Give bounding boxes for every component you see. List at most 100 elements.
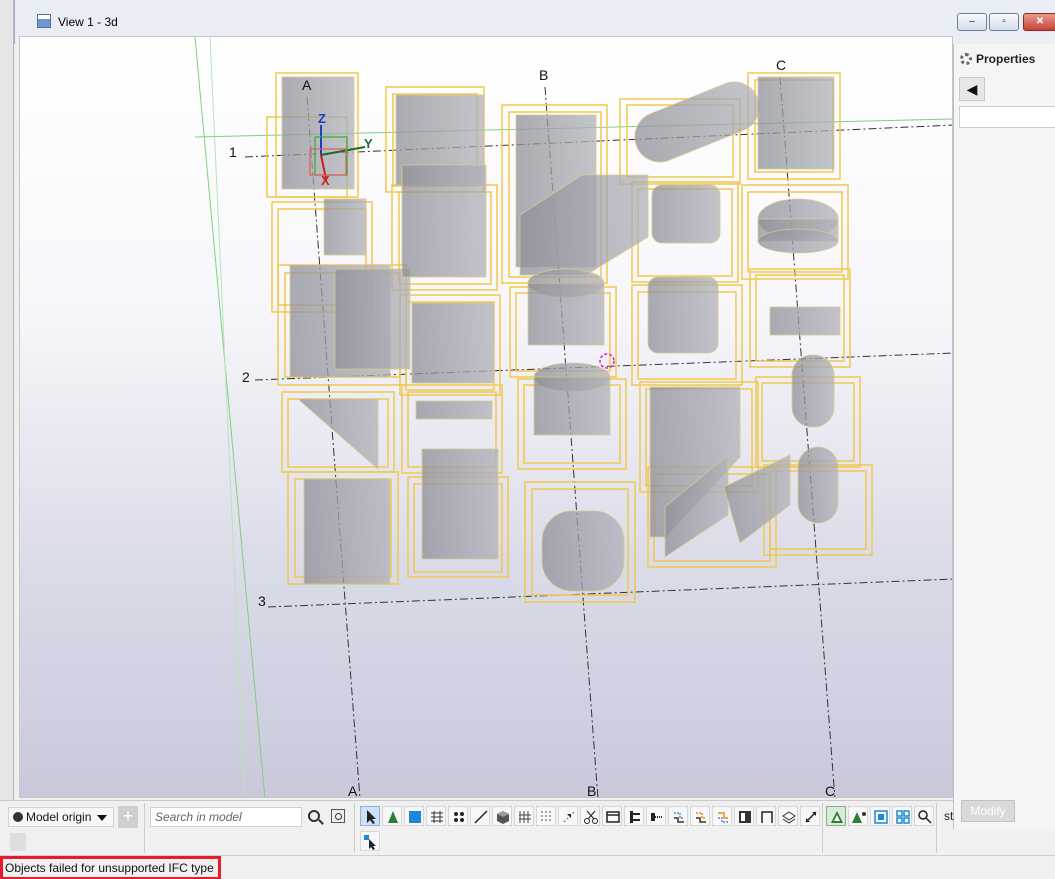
blue-square-icon xyxy=(409,811,421,823)
app-window: View 1 - 3d ‒ ▫ ✕ A B C 1 2 3 A B C Z Y … xyxy=(0,0,1055,879)
select-objects-tool[interactable] xyxy=(492,806,512,826)
layers-icon xyxy=(782,811,796,824)
select-layers-tool[interactable] xyxy=(778,806,798,826)
select-rotate-tool[interactable] xyxy=(800,806,820,826)
select-cuts-tool[interactable] xyxy=(558,806,578,826)
back-arrow-icon[interactable]: ◀ xyxy=(959,77,985,101)
status-bar: Objects failed for unsupported IFC type xyxy=(0,855,1055,879)
grid-label-c-bottom: C xyxy=(825,783,836,798)
axis-label-z: Z xyxy=(318,111,326,126)
select-welds-tool[interactable] xyxy=(536,806,556,826)
window-frame-icon xyxy=(606,811,620,823)
close-button[interactable]: ✕ xyxy=(1023,13,1055,31)
grid-label-b-bottom: B xyxy=(587,783,597,798)
grid-label-a-top: A xyxy=(302,77,312,93)
grid-label-b-top: B xyxy=(539,67,549,83)
chevron-down-icon xyxy=(97,815,107,821)
select-arrow-tool[interactable] xyxy=(360,806,380,826)
left-dock-strip xyxy=(0,0,14,800)
snap-override-more[interactable]: st xyxy=(944,809,953,823)
properties-panel: Properties ◀ Modify xyxy=(953,44,1055,829)
gear-icon xyxy=(960,53,972,65)
snap-reference-tool[interactable] xyxy=(848,806,868,826)
toolbar-divider xyxy=(354,803,355,853)
select-points-tool[interactable] xyxy=(448,806,468,826)
grid-label-c-top: C xyxy=(776,57,787,73)
arch-icon xyxy=(761,811,773,823)
axis-label-y: Y xyxy=(364,136,373,151)
status-message: Objects failed for unsupported IFC type xyxy=(0,856,221,879)
select-bolt-tool[interactable] xyxy=(646,806,666,826)
orange-seam-icon xyxy=(718,812,728,823)
model-origin-label: Model origin xyxy=(26,810,92,824)
mesh-icon xyxy=(519,811,531,823)
select-beam-tool[interactable] xyxy=(624,806,644,826)
blue-grid-icon xyxy=(874,810,888,824)
select-grids-tool[interactable] xyxy=(426,806,446,826)
properties-title: Properties xyxy=(976,52,1036,66)
axis-label-x: X xyxy=(321,173,330,188)
window-icon xyxy=(37,14,51,28)
select-drawing-tool[interactable] xyxy=(734,806,754,826)
toolbar-divider xyxy=(144,803,145,853)
select-lines-tool[interactable] xyxy=(470,806,490,826)
bottom-toolbar: Model origin + Search in model st xyxy=(0,800,953,855)
select-welds-scissors-tool[interactable] xyxy=(580,806,600,826)
grid-label-2: 2 xyxy=(242,369,250,385)
model-objects[interactable] xyxy=(266,72,873,603)
snap-free-tool[interactable] xyxy=(914,806,934,826)
modify-button[interactable]: Modify xyxy=(961,800,1015,822)
orange-connection-icon xyxy=(696,812,706,823)
toolbar-divider xyxy=(822,803,823,853)
snap-green-tool[interactable] xyxy=(826,806,846,826)
grid-label-a-bottom: A xyxy=(348,783,358,798)
grid-label-1: 1 xyxy=(229,144,237,160)
cube-icon xyxy=(497,811,509,824)
triangle-dot-icon xyxy=(852,812,866,823)
line-icon xyxy=(474,810,488,824)
drawing-icon xyxy=(739,811,751,823)
select-detail-tool[interactable] xyxy=(690,806,710,826)
arrow-cursor-icon xyxy=(367,810,376,824)
window-title: View 1 - 3d xyxy=(58,15,118,29)
diagonal-arrows-icon xyxy=(805,811,817,823)
bolt-icon xyxy=(651,813,663,821)
ref-line xyxy=(209,37,246,797)
zoom-selected-icon[interactable] xyxy=(331,809,345,823)
green-triangle-icon xyxy=(831,811,843,823)
toolbar-divider xyxy=(936,803,937,853)
model-canvas[interactable] xyxy=(20,37,953,798)
dashed-arrow-icon xyxy=(563,811,575,823)
select-connection-tool[interactable] xyxy=(668,806,688,826)
select-seam-tool[interactable] xyxy=(712,806,732,826)
pivot-marker xyxy=(599,353,615,369)
add-origin-button[interactable]: + xyxy=(118,806,138,828)
blue-squares-icon xyxy=(896,810,910,824)
model-origin-select[interactable]: Model origin xyxy=(8,807,114,827)
user-icon xyxy=(13,812,23,822)
search-icon[interactable] xyxy=(308,810,320,822)
select-assemblies-tool[interactable] xyxy=(404,806,424,826)
scissors-icon xyxy=(584,810,598,824)
select-views-tool[interactable] xyxy=(602,806,622,826)
grid-label-3: 3 xyxy=(258,593,266,609)
3d-viewport[interactable]: A B C 1 2 3 A B C Z Y X xyxy=(19,36,953,798)
select-all-tool[interactable] xyxy=(360,831,380,851)
properties-field[interactable] xyxy=(959,106,1055,128)
magnifier-pin-icon xyxy=(918,810,932,824)
properties-header: Properties xyxy=(960,52,1035,66)
search-input[interactable] xyxy=(150,807,302,827)
blue-arrow-icon xyxy=(364,835,376,850)
connection-icon xyxy=(674,812,684,823)
select-reinforcement-tool[interactable] xyxy=(514,806,534,826)
triangle-green-icon xyxy=(388,811,398,823)
dots-icon xyxy=(454,812,464,822)
i-beam-icon xyxy=(630,811,640,823)
snap-geometry-tool[interactable] xyxy=(892,806,912,826)
minimize-button[interactable]: ‒ xyxy=(957,13,987,31)
select-parts-tool[interactable] xyxy=(382,806,402,826)
maximize-button[interactable]: ▫ xyxy=(989,13,1019,31)
snap-grid-tool[interactable] xyxy=(870,806,890,826)
trash-icon[interactable] xyxy=(10,833,26,851)
select-frame-tool[interactable] xyxy=(756,806,776,826)
